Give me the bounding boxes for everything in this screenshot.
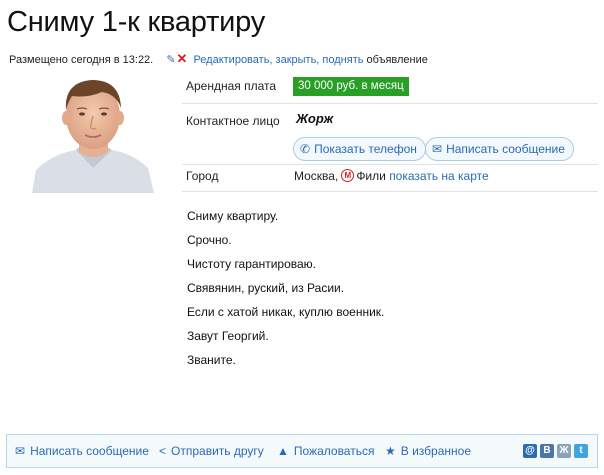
bar-write-message[interactable]: ✉ Написать сообщение [15, 444, 149, 458]
description-line: Чистоту гарантироваю. [187, 257, 316, 271]
show-phone-label: Показать телефон [314, 142, 417, 156]
description-line: Если с хатой никак, куплю военник. [187, 305, 385, 319]
city-name: Москва, [294, 169, 339, 183]
description-line: Званите. [187, 353, 236, 367]
description-line: Срочно. [187, 233, 232, 247]
description-line: Свявянин, руский, из Расии. [187, 281, 345, 295]
contact-name: Жорж [296, 111, 334, 126]
twitter-share-icon[interactable]: t [574, 444, 588, 458]
divider [182, 103, 598, 104]
star-icon: ★ [385, 444, 396, 458]
page-title: Сниму 1-к квартиру [7, 6, 266, 38]
rent-label: Арендная плата [186, 79, 277, 93]
envelope-icon: ✉ [15, 444, 26, 458]
edit-close-raise-link[interactable]: Редактировать, закрыть, поднять [193, 54, 363, 66]
warning-icon: ▲ [277, 444, 289, 458]
mail-share-icon[interactable]: @ [523, 444, 537, 458]
close-icon[interactable]: ✕ [177, 51, 188, 66]
city-value: Москва, М Фили показать на карте [294, 169, 489, 184]
city-label: Город [186, 169, 219, 183]
actions-suffix: объявление [366, 54, 428, 66]
share-icon: < [159, 444, 167, 458]
posted-time: Размещено сегодня в 13:22. [9, 54, 154, 66]
metro-icon: М [341, 169, 355, 183]
post-meta: Размещено сегодня в 13:22. ✎✕ Редактирова… [9, 51, 428, 67]
bar-favorites[interactable]: ★ В избранное [385, 444, 471, 458]
action-bar: ✉ Написать сообщение < Отправить другу ▲ По… [6, 434, 598, 468]
bar-send-friend-label: Отправить другу [171, 444, 264, 458]
bar-complain-label: Пожаловаться [293, 444, 375, 458]
description: Сниму квартиру. Срочно. Чистоту гарантир… [187, 208, 384, 376]
livejournal-share-icon[interactable]: Ж [557, 444, 571, 458]
divider [182, 164, 598, 165]
description-line: Завут Георгий. [187, 329, 269, 343]
show-phone-button[interactable]: ✆ Показать телефон [293, 137, 426, 161]
write-message-button[interactable]: ✉ Написать сообщение [425, 137, 574, 161]
bar-write-message-label: Написать сообщение [30, 444, 149, 458]
bar-complain[interactable]: ▲ Пожаловаться [277, 444, 374, 458]
vk-share-icon[interactable]: В [540, 444, 554, 458]
price-badge: 30 000 руб. в месяц [293, 77, 409, 96]
pencil-icon[interactable]: ✎ [166, 54, 175, 66]
envelope-icon: ✉ [432, 142, 443, 156]
metro-station: Фили [356, 169, 386, 183]
phone-icon: ✆ [300, 142, 311, 156]
author-photo [32, 72, 154, 193]
show-on-map-link[interactable]: показать на карте [389, 169, 489, 183]
description-line: Сниму квартиру. [187, 209, 279, 223]
write-message-label: Написать сообщение [446, 142, 565, 156]
contact-label: Контактное лицо [186, 114, 280, 128]
divider [182, 191, 598, 192]
bar-send-friend[interactable]: < Отправить другу [159, 444, 264, 458]
bar-favorites-label: В избранное [400, 444, 471, 458]
